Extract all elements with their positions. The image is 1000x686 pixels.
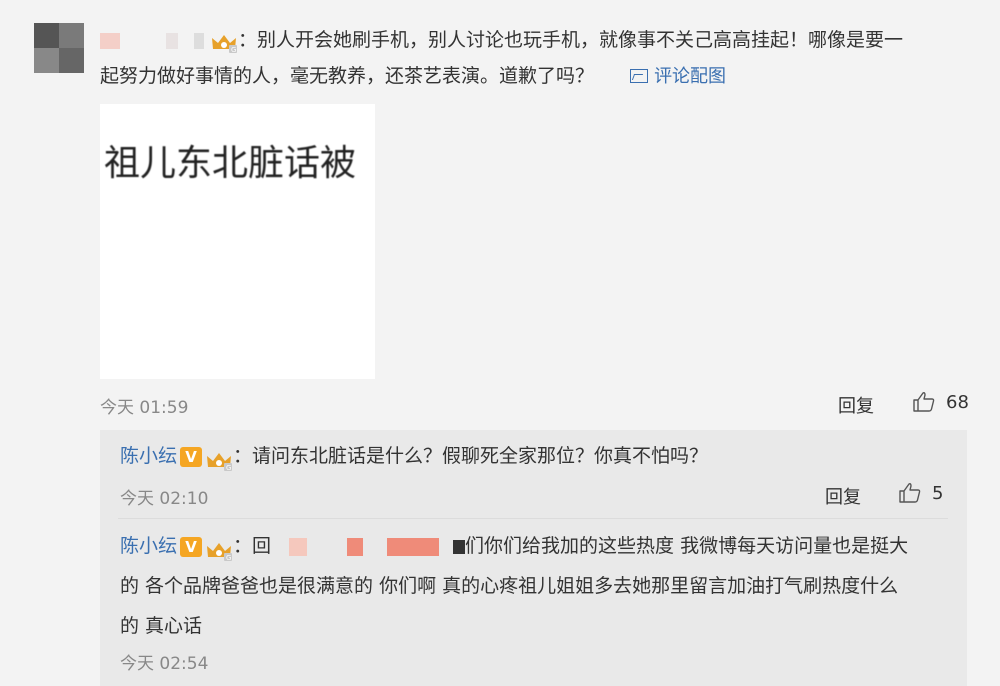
crown-badge-icon: G [205,536,233,562]
redacted-mention [453,539,466,554]
thumbs-up-icon [913,392,935,412]
redacted-mention [347,537,364,556]
main-comment-text-2: 起努力做好事情的人，毫无教养，还茶艺表演。道歉了吗？ [100,65,595,87]
svg-text:G: G [226,464,231,472]
like-count: 68 [946,391,969,413]
main-comment-line-2: 起努力做好事情的人，毫无教养，还茶艺表演。道歉了吗？ 评论配图 [100,58,970,95]
comment-image[interactable]: 祖儿东北脏话被 [100,104,375,379]
reply-text: ：请问东北脏话是什么？假聊死全家那位？你真不怕吗？ [233,445,709,467]
redacted-username-part [194,32,204,49]
like-button[interactable]: 68 [912,390,969,414]
thumbs-up-icon [899,483,921,503]
reply-divider [118,518,948,519]
main-comment-text-1: ：别人开会她刷手机，别人讨论也玩手机，就像事不关己高高挂起！哪像是要一 [238,29,904,51]
reply-timestamp: 今天 02:54 [120,654,209,674]
reply-2: 陈小纭 V G ：回 们你们给我加的这些热度 我微博每天访问量也是挺大 的 各个品牌爸爸… [120,526,960,646]
reply-text-1: 们你们给我加的这些热度 我微博每天访问量也是挺大 [465,535,909,557]
redacted-username[interactable] [100,32,120,49]
like-count: 5 [932,482,944,504]
reply-timestamp: 今天 02:10 [120,489,209,509]
like-button[interactable]: 5 [898,481,943,505]
comment-picture-label: 评论配图 [654,66,727,87]
comment-timestamp: 今天 01:59 [100,398,189,418]
reply-username[interactable]: 陈小纭 [120,445,177,467]
main-comment-line-1: G ：别人开会她刷手机，别人讨论也玩手机，就像事不关己高高挂起！哪像是要一 [100,22,970,58]
avatar[interactable] [34,23,84,73]
replies-section: 陈小纭 V G ：请问东北脏话是什么？假聊死全家那位？你真不怕吗？ 今天 02:10 … [100,430,967,686]
reply-button[interactable]: 回复 [825,483,861,509]
picture-icon [630,69,649,83]
crown-badge-icon: G [210,30,238,54]
comment-image-text: 祖儿东北脏话被 [104,143,357,184]
reply-text-prefix: ：回 [233,535,272,557]
redacted-mention [289,537,308,556]
redacted-mention [387,537,440,556]
vip-badge-icon: V [180,446,203,467]
reply-line-2: 的 各个品牌爸爸也是很满意的 你们啊 真的心疼祖儿姐姐多去她那里留言加油打气刷热… [120,575,899,597]
reply-button[interactable]: 回复 [838,392,874,418]
redacted-username-part [166,32,178,49]
reply-line-3: 的 真心话 [120,615,203,637]
svg-text:G: G [231,46,236,54]
svg-text:G: G [226,554,231,562]
comment-picture-link[interactable]: 评论配图 [630,66,726,87]
vip-badge-icon: V [180,536,203,557]
reply-username[interactable]: 陈小纭 [120,535,177,557]
reply-1: 陈小纭 V G ：请问东北脏话是什么？假聊死全家那位？你真不怕吗？ [120,436,708,476]
reply-line-1: 陈小纭 V G ：回 们你们给我加的这些热度 我微博每天访问量也是挺大 [120,526,960,566]
main-comment-body: G ：别人开会她刷手机，别人讨论也玩手机，就像事不关己高高挂起！哪像是要一 起努力… [100,22,970,95]
crown-badge-icon: G [205,446,233,472]
